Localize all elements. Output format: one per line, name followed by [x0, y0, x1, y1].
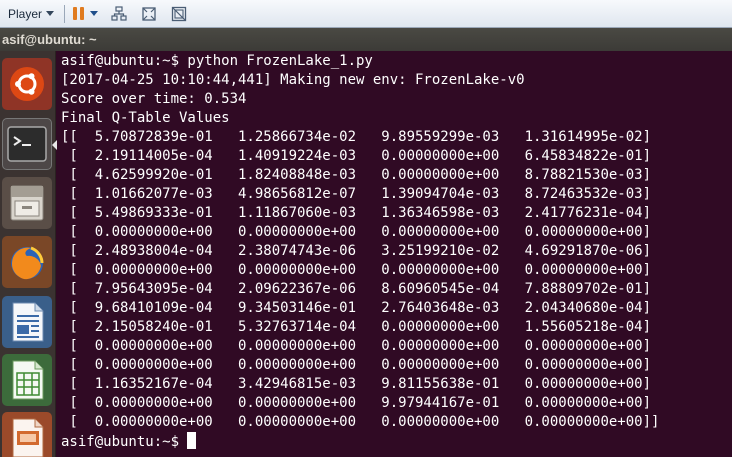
launcher-item-writer[interactable] [2, 296, 52, 348]
pause-dropdown-icon[interactable] [90, 11, 99, 16]
unity-mode-button[interactable] [170, 5, 188, 23]
window-title-bar[interactable]: asif@ubuntu: ~ [0, 28, 732, 51]
launcher-item-files[interactable] [2, 177, 52, 229]
terminal-icon [7, 126, 47, 162]
launcher-item-firefox[interactable] [2, 236, 52, 288]
q-table-row: [ 5.49869333e-01 1.11867060e-03 1.363465… [61, 205, 652, 221]
launcher-item-dash[interactable] [2, 58, 52, 110]
fullscreen-icon [142, 6, 156, 21]
unity-launcher [0, 51, 57, 457]
toolbar-divider [64, 4, 66, 23]
fullscreen-button[interactable] [140, 5, 158, 23]
q-table-row: [ 0.00000000e+00 0.00000000e+00 0.000000… [61, 262, 652, 278]
vm-toolbar: Player [0, 0, 732, 28]
q-table-row: [ 9.68410109e-04 9.34503146e-01 2.764036… [61, 300, 652, 316]
terminal-line: [2017-04-25 10:10:44,441] Making new env… [61, 72, 525, 88]
libreoffice-writer-icon [12, 302, 44, 342]
chevron-down-icon [46, 11, 55, 16]
prompt-line[interactable]: asif@ubuntu:~$ [61, 432, 732, 451]
files-icon [10, 185, 44, 221]
q-table-row: [ 2.15058240e-01 5.32763714e-04 0.000000… [61, 319, 652, 335]
launcher-item-terminal[interactable] [2, 118, 52, 170]
q-table-row: [ 2.48938004e-04 2.38074743e-06 3.251992… [61, 243, 652, 259]
terminal-output[interactable]: asif@ubuntu:~$ python FrozenLake_1.py [2… [57, 51, 732, 457]
libreoffice-calc-icon [12, 360, 44, 400]
send-ctrl-alt-del-button[interactable] [110, 5, 128, 23]
pause-icon [73, 7, 78, 20]
unity-mode-icon [171, 6, 187, 21]
terminal-line: Final Q-Table Values [61, 110, 230, 126]
terminal-line: asif@ubuntu:~$ python FrozenLake_1.py [61, 53, 373, 69]
q-table-row: [ 7.95643095e-04 2.09622367e-06 8.609605… [61, 281, 652, 297]
q-table-row: [ 0.00000000e+00 0.00000000e+00 0.000000… [61, 357, 652, 373]
player-menu[interactable]: Player [6, 7, 56, 21]
launcher-item-calc[interactable] [2, 354, 52, 406]
q-table-row: [ 0.00000000e+00 0.00000000e+00 0.000000… [61, 224, 652, 240]
q-table-row: [ 0.00000000e+00 0.00000000e+00 9.979441… [61, 395, 652, 411]
libreoffice-impress-icon [12, 418, 44, 457]
q-table-row: [ 1.01662077e-03 4.98656812e-07 1.390947… [61, 186, 652, 202]
shell-prompt: asif@ubuntu:~$ [61, 434, 188, 450]
q-table-row: [ 0.00000000e+00 0.00000000e+00 0.000000… [61, 414, 660, 430]
q-table-row: [ 0.00000000e+00 0.00000000e+00 0.000000… [61, 338, 652, 354]
launcher-item-impress[interactable] [2, 412, 52, 457]
player-menu-label: Player [8, 6, 43, 21]
pause-button[interactable] [73, 7, 85, 20]
ubuntu-dash-icon [10, 67, 44, 101]
window-title: asif@ubuntu: ~ [2, 32, 97, 47]
q-table-row: [ 2.19114005e-04 1.40919224e-03 0.000000… [61, 148, 652, 164]
text-cursor [187, 432, 197, 449]
firefox-icon [11, 246, 44, 280]
q-table-row: [ 1.16352167e-04 3.42946815e-03 9.811556… [61, 376, 652, 392]
q-table-row: [ 4.62599920e-01 1.82408848e-03 0.000000… [61, 167, 652, 183]
q-table-row: [[ 5.70872839e-01 1.25866734e-02 9.89559… [61, 129, 652, 145]
terminal-line: Score over time: 0.534 [61, 91, 247, 107]
send-ctrl-alt-del-icon [111, 5, 127, 21]
